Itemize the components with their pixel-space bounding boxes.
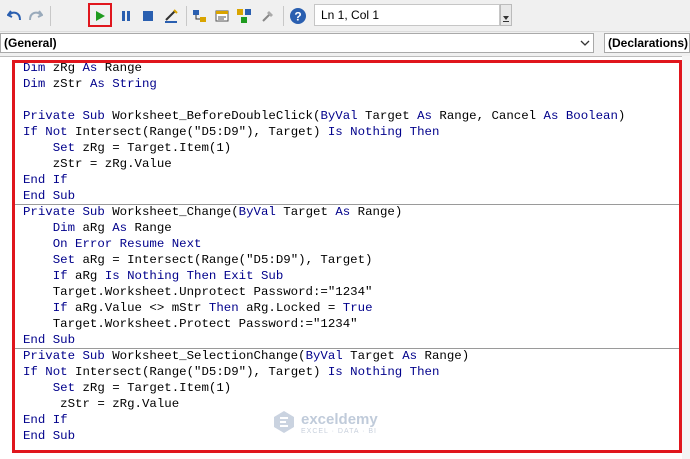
vbe-toolbar: ? Ln 1, Col 1 xyxy=(0,0,690,32)
procedure-combo[interactable]: (Declarations) xyxy=(604,33,690,53)
watermark-tagline: EXCEL · DATA · BI xyxy=(301,428,377,435)
break-icon[interactable] xyxy=(118,6,134,26)
vertical-scrollbar[interactable] xyxy=(682,56,690,459)
watermark-name: exceldemy xyxy=(301,411,378,428)
exceldemy-logo-icon xyxy=(272,410,296,439)
toolbar-overflow-button[interactable] xyxy=(500,4,512,26)
run-icon[interactable] xyxy=(91,6,109,26)
redo-icon[interactable] xyxy=(26,6,44,26)
properties-icon[interactable] xyxy=(213,6,231,26)
project-explorer-icon[interactable] xyxy=(191,6,209,26)
cursor-location: Ln 1, Col 1 xyxy=(314,4,500,26)
svg-text:?: ? xyxy=(294,10,301,24)
undo-icon[interactable] xyxy=(6,6,24,26)
toolbox-icon[interactable] xyxy=(259,6,277,26)
chevron-down-icon[interactable] xyxy=(577,34,593,52)
object-combo-value: (General) xyxy=(4,36,57,50)
reset-icon[interactable] xyxy=(140,6,156,26)
help-icon[interactable]: ? xyxy=(288,6,308,26)
exceldemy-watermark: exceldemy EXCEL · DATA · BI xyxy=(272,410,378,439)
code-highlight-frame xyxy=(12,60,682,453)
procedure-combo-value: (Declarations) xyxy=(608,36,689,50)
object-browser-icon[interactable] xyxy=(235,6,253,26)
design-mode-icon[interactable] xyxy=(162,6,180,26)
object-combo[interactable]: (General) xyxy=(0,33,594,53)
